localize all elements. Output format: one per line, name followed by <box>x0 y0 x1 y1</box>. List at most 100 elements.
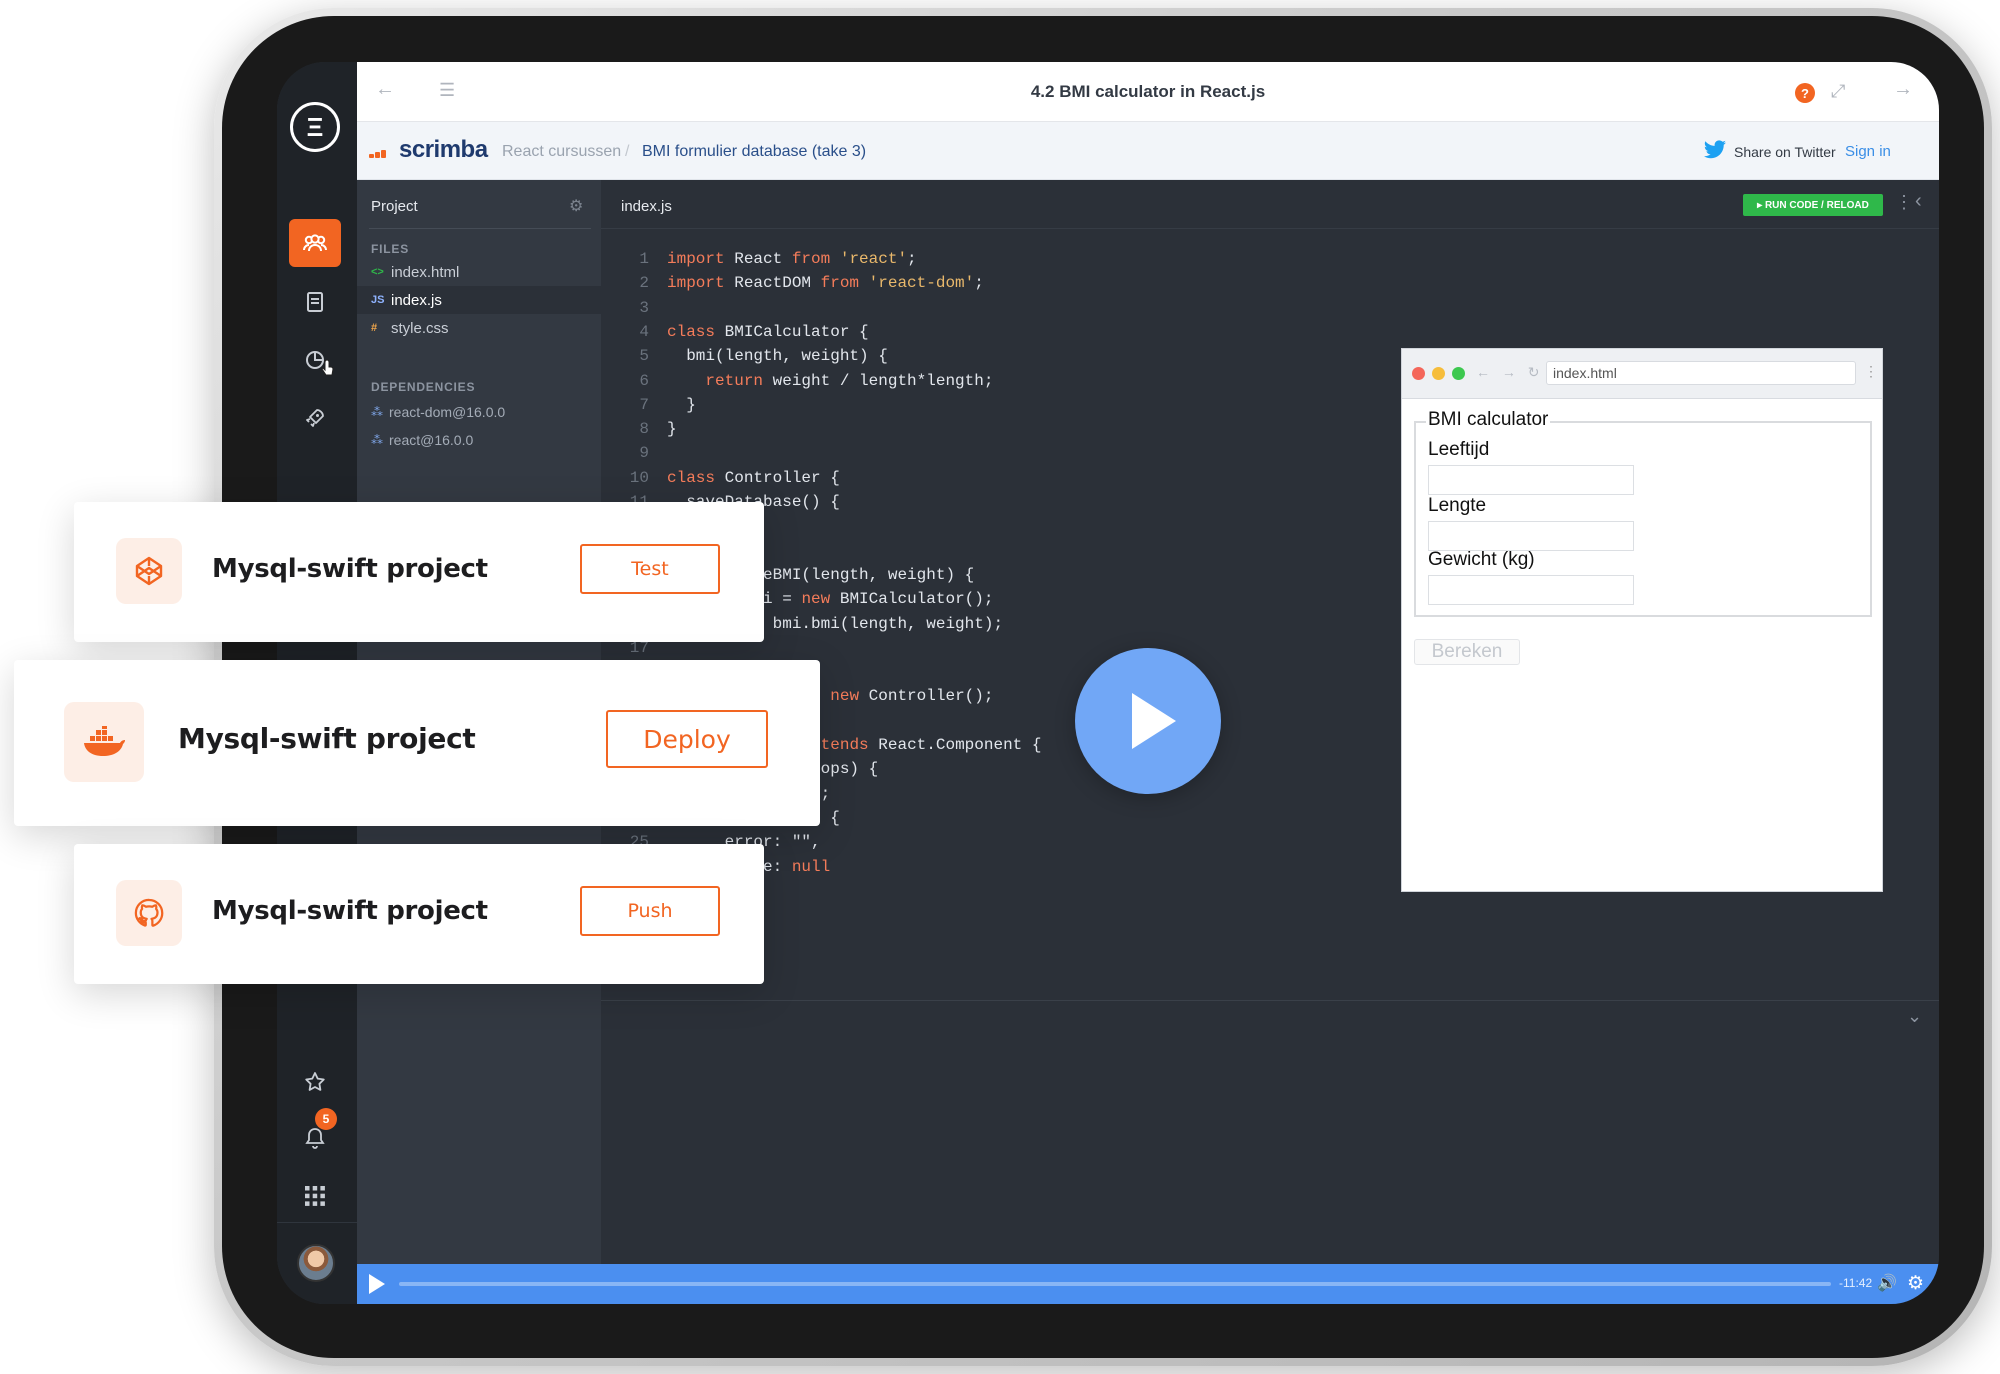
brand-name[interactable]: scrimba <box>399 136 488 164</box>
collapse-icon[interactable]: ‹ <box>1915 190 1922 213</box>
gear-icon[interactable]: ⚙ <box>569 196 583 216</box>
volume-icon[interactable]: 🔊 <box>1877 1273 1897 1293</box>
help-icon[interactable]: ? <box>1795 83 1815 103</box>
code-token: weight / length*length; <box>763 371 994 390</box>
keyword-token: from <box>820 274 860 293</box>
package-icon: ⁂ <box>371 405 383 419</box>
preview-menu-icon[interactable]: ⋮ <box>1864 363 1878 380</box>
lesson-title: 4.2 BMI calculator in React.js <box>1030 82 1266 101</box>
code-token: } <box>667 395 696 414</box>
scrimba-logo-mark <box>369 150 393 158</box>
deploy-button[interactable]: Deploy <box>606 710 768 768</box>
stats-button[interactable] <box>289 336 341 384</box>
line-text: class BMICalculator { <box>667 323 869 341</box>
maximize-dot[interactable] <box>1452 367 1465 380</box>
preview-url-field[interactable]: index.html <box>1546 361 1856 385</box>
file-item-style-css[interactable]: # style.css <box>357 314 601 342</box>
preview-window: ← → ↻ index.html ⋮ BMI calculator Leefti… <box>1401 348 1883 892</box>
code-token: React <box>724 250 792 268</box>
calculate-button[interactable]: Bereken <box>1414 639 1520 665</box>
line-text: } <box>667 420 677 438</box>
share-twitter-link[interactable]: Share on Twitter <box>1734 144 1836 160</box>
line-text: class Controller { <box>667 469 840 487</box>
line-number: 8 <box>639 420 649 439</box>
file-item-index-html[interactable]: <> index.html <box>357 258 601 286</box>
dependency-name: react-dom@16.0.0 <box>389 404 506 420</box>
sign-in-link[interactable]: Sign in <box>1845 143 1891 160</box>
line-text: import React from 'react'; <box>667 250 917 268</box>
dependency-name: react@16.0.0 <box>389 432 474 448</box>
github-icon <box>116 880 182 946</box>
code-token: ; <box>907 250 917 268</box>
code-token: BMICalculator(); <box>830 590 994 609</box>
dependency-item[interactable]: ⁂ react-dom@16.0.0 <box>371 404 505 420</box>
bell-icon <box>305 1128 325 1149</box>
line-text: } <box>667 396 696 414</box>
play-icon <box>1132 693 1176 749</box>
line-number: 10 <box>629 468 649 487</box>
dependency-item[interactable]: ⁂ react@16.0.0 <box>371 432 473 448</box>
weight-label: Gewicht (kg) <box>1428 549 1535 570</box>
file-name: index.js <box>391 291 442 309</box>
breadcrumb-page[interactable]: BMI formulier database (take 3) <box>642 143 866 161</box>
launch-button[interactable] <box>289 394 341 442</box>
preview-nav-icon[interactable]: ← → ↻ <box>1476 364 1544 381</box>
push-button[interactable]: Push <box>580 886 720 936</box>
age-input[interactable] <box>1428 465 1634 495</box>
favorites-button[interactable] <box>289 1058 341 1106</box>
css-file-icon: # <box>371 322 378 334</box>
minimize-dot[interactable] <box>1432 367 1445 380</box>
keyword-token: null <box>791 857 831 876</box>
project-card-deploy: Mysql-swift project Deploy <box>14 660 820 826</box>
breadcrumb-bar: scrimba React cursussen / BMI formulier … <box>357 122 1939 180</box>
chevron-down-icon[interactable]: ⌄ <box>1907 1006 1922 1027</box>
video-control-bar: -11:42 🔊 ⚙ <box>357 1264 1939 1304</box>
sidebar-divider <box>277 1222 357 1223</box>
star-icon <box>305 1072 325 1091</box>
dependencies-header: DEPENDENCIES <box>371 380 476 394</box>
age-label: Leeftijd <box>1428 439 1490 460</box>
length-input[interactable] <box>1428 521 1634 551</box>
breadcrumb-separator: / <box>625 143 630 160</box>
js-file-icon: JS <box>371 294 385 306</box>
app-logo[interactable]: Ξ <box>290 102 340 152</box>
line-number: 3 <box>639 298 649 317</box>
more-icon[interactable]: ⋮ <box>1895 192 1913 213</box>
editor-divider <box>601 228 1939 229</box>
apps-button[interactable] <box>289 1172 341 1220</box>
play-overlay-button[interactable] <box>1075 648 1221 794</box>
keyword-token: class <box>667 322 716 341</box>
cursor-icon <box>321 359 334 376</box>
line-number: 2 <box>639 274 649 293</box>
file-item-index-js[interactable]: JS index.js <box>357 286 601 314</box>
test-button[interactable]: Test <box>580 544 720 594</box>
card-title: Mysql-swift project <box>212 896 488 926</box>
run-code-button[interactable]: ▸ RUN CODE / RELOAD <box>1743 194 1883 216</box>
settings-icon[interactable]: ⚙ <box>1907 1272 1924 1295</box>
breadcrumb-section[interactable]: React cursussen <box>502 143 621 161</box>
community-button[interactable] <box>289 219 341 267</box>
string-token: 'react-dom' <box>859 274 975 293</box>
editor-tab[interactable]: index.js <box>621 198 672 215</box>
forward-arrow-icon[interactable]: → <box>1893 78 1913 101</box>
codepen-icon <box>116 538 182 604</box>
close-dot[interactable] <box>1412 367 1425 380</box>
group-icon <box>303 234 327 252</box>
notifications-button[interactable]: 5 <box>289 1108 341 1162</box>
line-number: 7 <box>639 395 649 414</box>
play-icon[interactable] <box>369 1274 385 1294</box>
fullscreen-icon[interactable]: ⤢ <box>1831 81 1845 102</box>
panel-divider <box>369 228 591 229</box>
courses-button[interactable] <box>289 278 341 326</box>
line-number: 4 <box>639 322 649 341</box>
console-divider <box>601 1000 1939 1001</box>
fieldset-legend: BMI calculator <box>1426 409 1551 431</box>
progress-track[interactable] <box>399 1282 1831 1286</box>
keyword-token: from <box>791 250 831 268</box>
line-number: 5 <box>639 347 649 366</box>
line-number: 6 <box>639 371 649 390</box>
user-avatar[interactable] <box>297 1244 335 1282</box>
twitter-icon[interactable] <box>1703 140 1727 160</box>
book-icon <box>307 292 323 312</box>
weight-input[interactable] <box>1428 575 1634 605</box>
